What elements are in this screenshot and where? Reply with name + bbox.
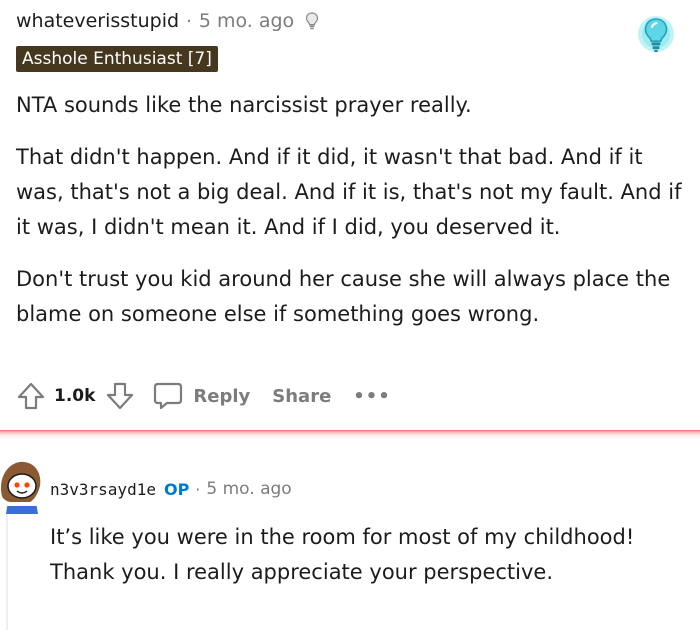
avatar[interactable] [0,456,44,514]
comment-body: NTA sounds like the narcissist prayer re… [16,88,686,349]
lightbulb-icon [304,11,320,31]
comment-paragraph: Don't trust you kid around her cause she… [16,267,671,326]
share-button[interactable]: Share [272,386,331,407]
divider [0,430,700,440]
user-flair: Asshole Enthusiast [7] [16,46,218,72]
thread-line[interactable] [6,500,8,630]
comment-actions: 1.0k Reply Share ••• [14,376,391,416]
arrow-up-icon[interactable] [14,379,48,413]
op-badge: OP [163,479,190,499]
reply-paragraph: It’s like you were in the room for most … [50,525,635,584]
meta-separator: · [195,479,201,499]
comment: whateverisstupid · 5 mo. ago Asshole Ent… [0,0,700,430]
comment-paragraph: That didn't happen. And if it did, it wa… [16,145,682,239]
lightbulb-award-icon[interactable] [630,10,682,62]
reply-username[interactable]: n3v3rsayd1e [50,480,156,499]
comment-paragraph: NTA sounds like the narcissist prayer re… [16,93,472,117]
reply-button[interactable]: Reply [193,386,250,407]
comment-username[interactable]: whateverisstupid [16,10,179,32]
arrow-down-icon[interactable] [103,379,137,413]
comment-thread: whateverisstupid · 5 mo. ago Asshole Ent… [0,0,700,630]
comment-meta: whateverisstupid · 5 mo. ago [16,8,320,34]
speech-bubble-icon[interactable] [151,379,185,413]
reply-timestamp[interactable]: 5 mo. ago [206,479,291,499]
meta-separator: · [186,10,192,32]
more-options-button[interactable]: ••• [353,386,391,407]
reply-body: It’s like you were in the room for most … [50,520,680,590]
reply-meta: n3v3rsayd1e OP · 5 mo. ago [50,476,292,502]
vote-score: 1.0k [54,386,96,406]
comment-timestamp[interactable]: 5 mo. ago [199,10,294,32]
